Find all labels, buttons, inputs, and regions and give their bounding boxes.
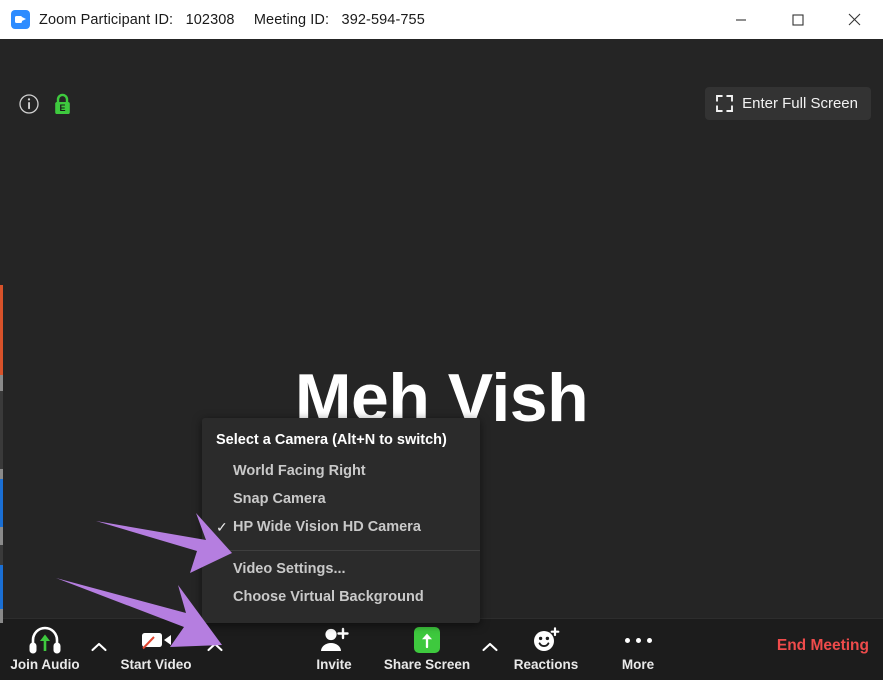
camera-menu-item-label: Snap Camera xyxy=(233,491,326,507)
minimize-icon xyxy=(735,18,746,21)
close-button[interactable] xyxy=(826,0,883,39)
camera-menu-actions: Video Settings... Choose Virtual Backgro… xyxy=(202,555,480,623)
toolbar-caret-start-video[interactable] xyxy=(204,636,226,658)
toolbar-button-more[interactable]: More xyxy=(592,619,684,680)
background-window-edge-segment xyxy=(0,609,3,623)
toolbar-button-join-audio[interactable]: Join Audio xyxy=(0,619,90,680)
background-window-edge-segment xyxy=(0,527,3,545)
ellipsis-icon xyxy=(624,623,652,657)
zoom-logo-icon xyxy=(11,10,30,29)
select-camera-menu-header: Select a Camera (Alt+N to switch) xyxy=(216,432,447,448)
info-circle-icon[interactable] xyxy=(19,94,39,114)
camera-menu-item-label: World Facing Right xyxy=(233,463,366,479)
toolbar-label-reactions: Reactions xyxy=(513,657,579,672)
background-window-edge-segment xyxy=(0,375,3,391)
toolbar-caret-join-audio[interactable] xyxy=(88,636,110,658)
maximize-button[interactable] xyxy=(769,0,826,39)
toolbar-caret-share-screen[interactable] xyxy=(479,636,501,658)
window-controls xyxy=(712,0,883,39)
toolbar-label-invite: Invite xyxy=(316,657,352,672)
participant-id-value: 102308 xyxy=(185,11,235,28)
maximize-icon xyxy=(791,13,804,26)
meeting-id-value: 392-594-755 xyxy=(341,11,425,28)
meeting-id-label: Meeting ID: xyxy=(253,11,330,28)
person-plus-icon xyxy=(318,623,350,657)
svg-text:E: E xyxy=(59,103,65,113)
camera-menu-item-label: Video Settings... xyxy=(233,561,346,577)
minimize-button[interactable] xyxy=(712,0,769,39)
toolbar-button-start-video[interactable]: Start Video xyxy=(110,619,202,680)
headset-join-audio-icon xyxy=(28,623,62,657)
chevron-up-icon xyxy=(207,642,223,652)
enter-full-screen-label: Enter Full Screen xyxy=(742,95,858,112)
toolbar-button-reactions[interactable]: Reactions xyxy=(500,619,592,680)
camera-menu-item-world-facing-right[interactable]: World Facing Right xyxy=(202,457,480,485)
camera-menu-item-snap-camera[interactable]: Snap Camera xyxy=(202,485,480,513)
background-window-edge-segment xyxy=(0,391,3,469)
participant-id-label: Zoom Participant ID: xyxy=(39,11,174,28)
window-title: Zoom Participant ID: 102308 Meeting ID: … xyxy=(39,12,425,28)
chevron-up-icon xyxy=(91,642,107,652)
camera-menu-item-label: HP Wide Vision HD Camera xyxy=(233,519,421,535)
close-icon xyxy=(848,13,861,26)
camera-menu-separator xyxy=(202,550,480,551)
background-window-edge-segment xyxy=(0,285,3,375)
titlebar-left-group: Zoom Participant ID: 102308 Meeting ID: … xyxy=(0,10,712,29)
toolbar-label-share-screen: Share Screen xyxy=(383,657,471,672)
background-window-edge-segment xyxy=(0,479,3,527)
expand-corners-icon xyxy=(716,95,734,112)
background-window-edge-segment xyxy=(0,565,3,609)
toolbar-label-join-audio: Join Audio xyxy=(10,657,80,672)
chevron-up-icon xyxy=(482,642,498,652)
camera-menu-item-choose-virtual-background[interactable]: Choose Virtual Background xyxy=(202,583,480,611)
background-window-edge-segment xyxy=(0,469,3,479)
green-padlock-icon[interactable]: E xyxy=(53,93,72,115)
toolbar-button-invite[interactable]: Invite xyxy=(289,619,379,680)
toolbar-label-start-video: Start Video xyxy=(120,657,192,672)
camera-off-icon xyxy=(139,623,173,657)
toolbar-button-share-screen[interactable]: Share Screen xyxy=(381,619,473,680)
meeting-toolbar: Join Audio Start Video Invite Share Scre… xyxy=(0,618,883,680)
camera-menu-item-hp-wide-vision-hd-camera[interactable]: ✓ HP Wide Vision HD Camera xyxy=(202,513,480,541)
background-window-edge-segment xyxy=(0,545,3,565)
camera-selected-check-icon: ✓ xyxy=(216,518,228,535)
enter-full-screen-button[interactable]: Enter Full Screen xyxy=(705,87,871,120)
select-camera-menu: Select a Camera (Alt+N to switch) World … xyxy=(202,418,480,623)
camera-menu-item-video-settings[interactable]: Video Settings... xyxy=(202,555,480,583)
window-titlebar: Zoom Participant ID: 102308 Meeting ID: … xyxy=(0,0,883,39)
zoom-meeting-window: Zoom Participant ID: 102308 Meeting ID: … xyxy=(0,0,883,680)
end-meeting-button[interactable]: End Meeting xyxy=(777,637,869,655)
share-screen-up-arrow-icon xyxy=(414,623,440,657)
camera-menu-item-label: Choose Virtual Background xyxy=(233,589,424,605)
smiley-plus-icon xyxy=(531,623,561,657)
toolbar-label-more: More xyxy=(621,657,655,672)
background-window-edge-strip xyxy=(0,39,3,680)
